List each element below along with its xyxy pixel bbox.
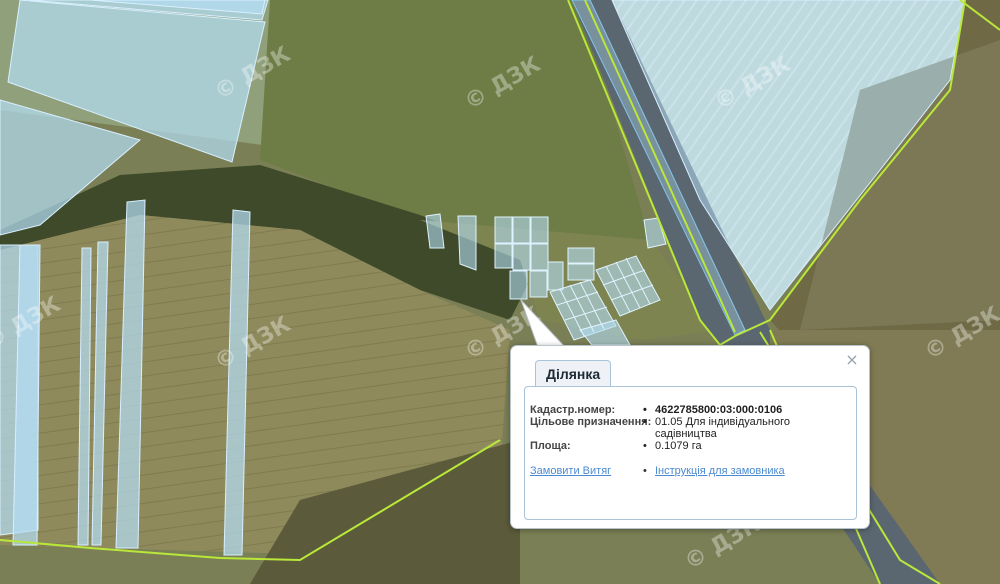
parcel[interactable] [512,216,531,244]
parcel-details-panel: Кадастр.номер: 4622785800:03:000:0106 Ці… [524,386,857,520]
parcel[interactable] [567,247,595,264]
parcel[interactable] [547,261,564,291]
close-icon[interactable]: × [845,352,859,368]
parcel[interactable] [509,270,528,300]
parcel[interactable] [530,243,549,271]
parcel-info-popup: × Ділянка Кадастр.номер: 4622785800:03:0… [510,345,870,529]
purpose-value-line1: 01.05 Для індивідуального [643,417,845,429]
link-bullet: • [643,465,647,477]
parcel[interactable] [530,216,549,244]
parcel[interactable] [457,215,477,271]
parcel[interactable] [494,216,513,244]
area-value: 0.1079 га [643,441,845,453]
cadastral-value: 4622785800:03:000:0106 [643,405,845,417]
instruction-link[interactable]: Інструкція для замовника [655,465,785,477]
tab-parcel[interactable]: Ділянка [535,360,612,387]
purpose-value-line2: садівництва [655,428,717,440]
parcel[interactable] [529,270,548,298]
parcel[interactable] [512,243,531,271]
parcel[interactable] [567,263,595,281]
order-extract-link[interactable]: Замовити Витяг [530,465,611,477]
parcel[interactable] [494,243,513,269]
